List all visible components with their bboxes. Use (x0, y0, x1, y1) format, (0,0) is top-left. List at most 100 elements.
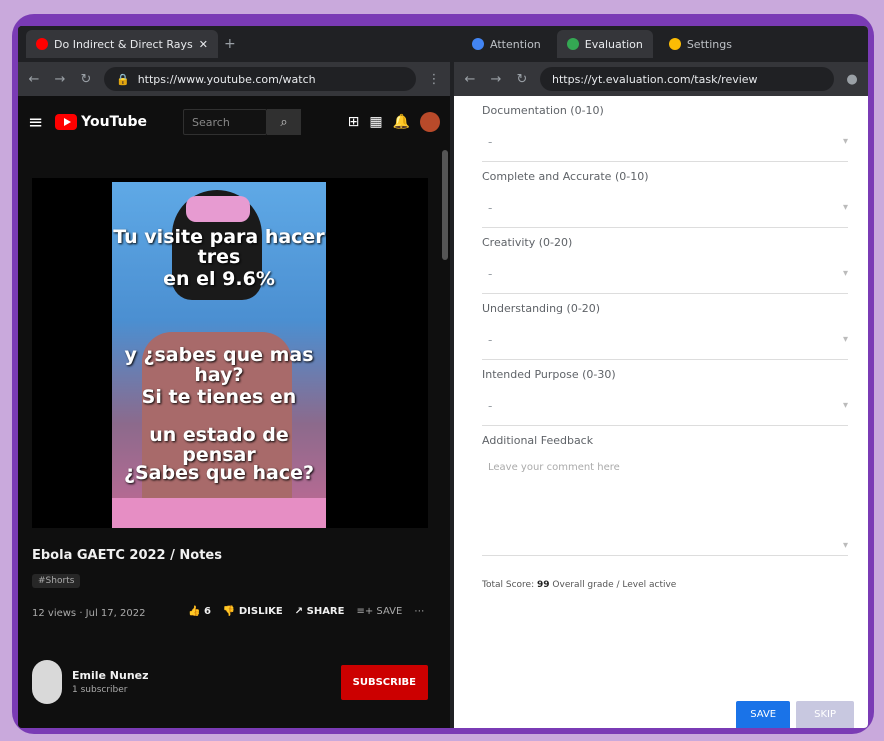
select-value: - (488, 134, 493, 149)
youtube-favicon-icon (36, 38, 48, 50)
close-icon[interactable]: ✕ (199, 38, 208, 51)
back-icon[interactable]: ← (462, 72, 478, 87)
forward-icon[interactable]: → (52, 72, 68, 87)
search-icon[interactable]: ⌕ (267, 109, 302, 135)
channel-info: Emile Nunez 1 subscriber (72, 669, 149, 695)
purpose-select[interactable]: - ▾ (482, 386, 848, 426)
save-button[interactable]: ≡+ SAVE (356, 606, 402, 617)
field-documentation: Documentation (0-10) - ▾ (482, 104, 848, 162)
select-value: - (488, 200, 493, 215)
create-icon[interactable]: ⊞ (348, 114, 360, 130)
field-feedback: Additional Feedback Leave your comment h… (482, 434, 848, 556)
evaluation-form: Documentation (0-10) - ▾ Complete and Ac… (454, 96, 868, 728)
feedback-placeholder: Leave your comment here (488, 462, 620, 473)
youtube-header-icons: ⊞ ▦ 🔔 (348, 112, 440, 132)
video-caption-3: y ¿sabes que mas hay? (124, 344, 314, 386)
video-frame: Tu visite para hacer tres en el 9.6% y ¿… (112, 182, 326, 528)
shorts-badge[interactable]: #Shorts (32, 574, 81, 588)
youtube-play-icon (55, 114, 78, 130)
tab-settings-label: Settings (686, 37, 732, 51)
tab-attention-label: Attention (490, 37, 541, 51)
apps-icon[interactable]: ▦ (369, 114, 382, 130)
left-url-text: https://www.youtube.com/watch (137, 72, 316, 86)
tab-favicon-icon (566, 38, 579, 50)
profile-icon[interactable]: ● (844, 72, 860, 87)
video-caption-6: ¿Sabes que hace? (123, 462, 315, 484)
field-purpose: Intended Purpose (0-30) - ▾ (482, 368, 848, 426)
field-label: Complete and Accurate (0-10) (482, 170, 649, 183)
like-button[interactable]: 👍 6 (188, 606, 211, 617)
youtube-logo[interactable]: YouTube (55, 114, 147, 130)
chevron-down-icon: ▾ (842, 268, 848, 279)
select-value: - (488, 398, 493, 413)
new-tab-icon[interactable]: + (224, 36, 236, 52)
form-buttons: SAVE SKIP (736, 701, 854, 728)
youtube-tab[interactable]: Do Indirect & Direct Rays ✕ (26, 30, 218, 58)
youtube-window: Do Indirect & Direct Rays ✕ + ← → ↻ 🔒 ht… (18, 26, 450, 728)
youtube-tab-title: Do Indirect & Direct Rays (54, 37, 193, 51)
channel-name[interactable]: Emile Nunez (72, 669, 149, 682)
search-input[interactable]: Search (183, 109, 268, 135)
forward-icon[interactable]: → (488, 72, 504, 87)
tab-evaluation-label: Evaluation (584, 37, 643, 51)
dislike-label: DISLIKE (238, 606, 283, 617)
page-scrollbar[interactable] (442, 150, 448, 260)
video-bottom-band (112, 498, 326, 528)
left-address-bar[interactable]: 🔒 https://www.youtube.com/watch (104, 67, 416, 91)
menu-icon[interactable]: ≡ (28, 112, 43, 133)
more-icon[interactable]: ⋯ (414, 606, 424, 617)
select-value: - (488, 266, 493, 281)
extensions-icon[interactable]: ⋮ (426, 72, 442, 87)
video-player[interactable]: Tu visite para hacer tres en el 9.6% y ¿… (32, 178, 428, 528)
tab-favicon-icon (668, 38, 681, 50)
field-label: Intended Purpose (0-30) (482, 368, 616, 381)
reload-icon[interactable]: ↻ (514, 72, 530, 87)
understanding-select[interactable]: - ▾ (482, 320, 848, 360)
score-footnote: Total Score: 99 Overall grade / Level ac… (482, 580, 848, 590)
video-caption-5: un estado de pensar (149, 424, 289, 466)
chevron-down-icon: ▾ (842, 136, 848, 147)
footnote-prefix: Total Score: (482, 580, 535, 590)
field-label: Understanding (0-20) (482, 302, 601, 315)
subscribe-button[interactable]: SUBSCRIBE (340, 664, 428, 700)
resize-icon[interactable]: ▾ (843, 540, 848, 551)
field-understanding: Understanding (0-20) - ▾ (482, 302, 848, 360)
notifications-icon[interactable]: 🔔 (393, 114, 410, 130)
right-url-text: https://yt.evaluation.com/task/review (552, 72, 758, 86)
avatar[interactable] (420, 112, 440, 132)
video-meta: 12 views · Jul 17, 2022 (32, 608, 146, 619)
video-caption-2: en el 9.6% (163, 268, 275, 290)
like-count: 6 (203, 606, 211, 617)
youtube-logo-text: YouTube (81, 114, 148, 130)
youtube-header: ≡ YouTube Search ⌕ ⊞ ▦ 🔔 (18, 96, 450, 148)
tab-attention[interactable]: Attention (462, 30, 551, 58)
evaluation-window: Attention Evaluation Settings ← → ↻ http… (454, 26, 868, 728)
left-urlbar: ← → ↻ 🔒 https://www.youtube.com/watch ⋮ (18, 62, 450, 96)
creativity-select[interactable]: - ▾ (482, 254, 848, 294)
right-address-bar[interactable]: https://yt.evaluation.com/task/review (540, 67, 834, 91)
channel-avatar[interactable] (32, 660, 62, 704)
complete-select[interactable]: - ▾ (482, 188, 848, 228)
screen: Do Indirect & Direct Rays ✕ + ← → ↻ 🔒 ht… (18, 26, 868, 728)
chevron-down-icon: ▾ (842, 400, 848, 411)
video-person-face (186, 196, 250, 222)
tab-settings[interactable]: Settings (659, 30, 742, 58)
feedback-textarea[interactable]: Leave your comment here ▾ (482, 452, 848, 556)
channel-subscribers: 1 subscriber (72, 685, 128, 695)
video-caption-4: Si te tienes en (141, 386, 297, 408)
skip-button[interactable]: SKIP (796, 701, 854, 728)
tab-evaluation[interactable]: Evaluation (556, 30, 653, 58)
documentation-select[interactable]: - ▾ (482, 122, 848, 162)
share-button[interactable]: ↗ SHARE (295, 606, 345, 617)
back-icon[interactable]: ← (26, 72, 42, 87)
channel-row: Emile Nunez 1 subscriber SUBSCRIBE (32, 660, 428, 704)
save-button[interactable]: SAVE (736, 701, 791, 728)
left-tabstrip: Do Indirect & Direct Rays ✕ + (18, 26, 450, 62)
video-title: Ebola GAETC 2022 / Notes (32, 548, 222, 563)
reload-icon[interactable]: ↻ (78, 72, 94, 87)
save-label: SAVE (376, 606, 403, 617)
share-label: SHARE (306, 606, 345, 617)
field-label: Documentation (0-10) (482, 104, 604, 117)
footnote-score: 99 (537, 580, 550, 590)
dislike-button[interactable]: 👎 DISLIKE (223, 606, 283, 617)
